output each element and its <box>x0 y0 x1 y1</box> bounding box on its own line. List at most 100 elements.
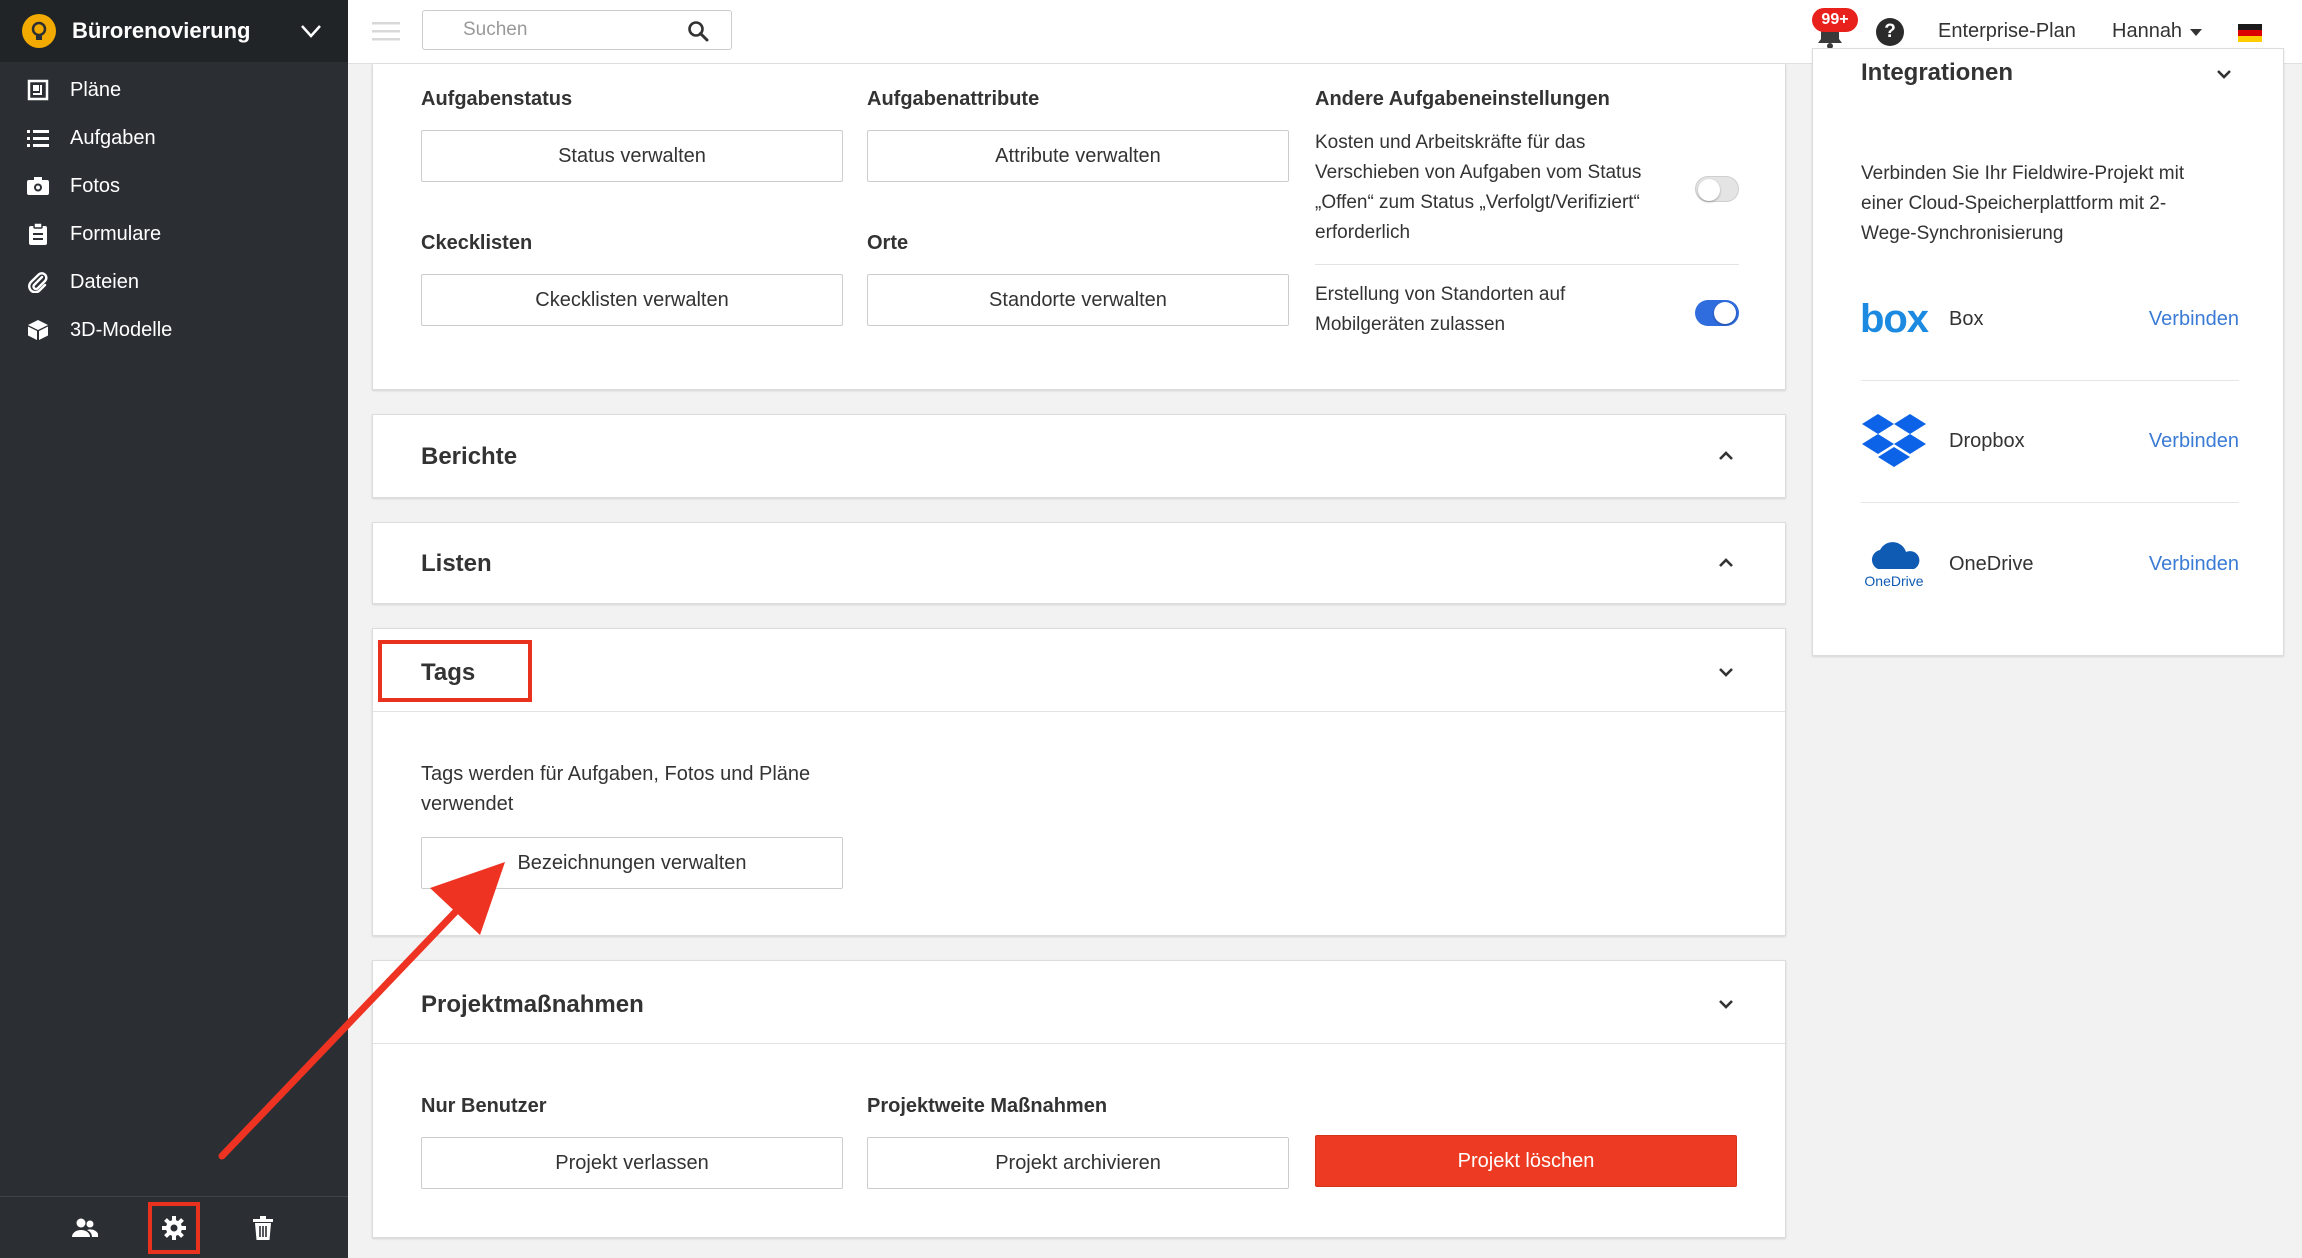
setting-line: erforderlich <box>1315 222 1411 243</box>
sidebar-item-files[interactable]: Dateien <box>0 258 348 306</box>
users-icon <box>71 1218 98 1237</box>
setting-line: Mobilgeräten zulassen <box>1315 314 1506 335</box>
onedrive-logo-icon: OneDrive <box>1861 534 1927 594</box>
description-line: einer Cloud-Speicherplattform mit 2- <box>1861 193 2167 214</box>
sidebar-item-tasks[interactable]: Aufgaben <box>0 114 348 162</box>
integrations-description: Verbinden Sie Ihr Fieldwire-Projekt mit … <box>1861 159 2241 249</box>
leave-project-button[interactable]: Projekt verlassen <box>421 1137 843 1189</box>
setting-cost-labor-text: Kosten und Arbeitskräfte für das Verschi… <box>1315 128 1695 248</box>
sidebar-item-label: Aufgaben <box>70 126 156 149</box>
setting-line: „Offen“ zum Status „Verfolgt/Verifiziert… <box>1315 192 1640 213</box>
lists-title: Listen <box>421 550 492 577</box>
project-name: Bürorenovierung <box>72 18 251 43</box>
chevron-up-icon[interactable] <box>1715 552 1737 574</box>
manage-checklists-button[interactable]: Ckecklisten verwalten <box>421 274 843 326</box>
checklists-label: Ckecklisten <box>421 232 533 254</box>
setting-line: Kosten und Arbeitskräfte für das <box>1315 132 1586 153</box>
settings-divider <box>1315 264 1739 265</box>
camera-icon <box>26 174 50 198</box>
chevron-down-icon[interactable] <box>1715 661 1737 683</box>
user-menu[interactable]: Hannah <box>2112 20 2203 43</box>
dropbox-logo-icon <box>1861 412 1927 472</box>
sidebar-item-label: Pläne <box>70 78 122 101</box>
gear-icon <box>161 1215 186 1240</box>
integration-onedrive: OneDrive OneDrive Verbinden <box>1861 503 2239 625</box>
user-name: Hannah <box>2112 20 2183 42</box>
people-button[interactable] <box>59 1202 111 1254</box>
sidebar-item-3d-models[interactable]: 3D-Modelle <box>0 306 348 354</box>
sidebar-item-label: Formulare <box>70 222 162 245</box>
sidebar-item-photos[interactable]: Fotos <box>0 162 348 210</box>
chevron-down-icon[interactable] <box>2213 63 2235 85</box>
description-line: Verbinden Sie Ihr Fieldwire-Projekt mit <box>1861 163 2185 184</box>
search-input[interactable] <box>461 18 661 42</box>
project-actions-title: Projektmaßnahmen <box>421 991 644 1018</box>
integration-name: Dropbox <box>1949 430 2025 452</box>
chevron-down-icon[interactable] <box>296 16 326 46</box>
reports-panel[interactable]: Berichte <box>372 414 1786 498</box>
users-only-label: Nur Benutzer <box>421 1095 547 1117</box>
connect-box-link[interactable]: Verbinden <box>2149 308 2239 331</box>
sidebar-item-label: Fotos <box>70 174 121 197</box>
connect-onedrive-link[interactable]: Verbinden <box>2149 553 2239 576</box>
mobile-locations-toggle[interactable] <box>1695 300 1739 326</box>
plan-label[interactable]: Enterprise-Plan <box>1938 20 2076 43</box>
panel-divider <box>373 711 1785 712</box>
sidebar: Bürorenovierung Pläne Aufgaben Fotos For… <box>0 0 348 1258</box>
cost-labor-toggle[interactable] <box>1695 176 1739 202</box>
tags-description: Tags werden für Aufgaben, Fotos und Plän… <box>421 759 851 819</box>
setting-line: Erstellung von Standorten auf <box>1315 284 1566 305</box>
sidebar-bottom-bar <box>0 1196 348 1258</box>
sidebar-item-plans[interactable]: Pläne <box>0 66 348 114</box>
paperclip-icon <box>26 270 50 294</box>
project-actions-panel: Projektmaßnahmen Nur Benutzer Projekt ve… <box>372 960 1786 1238</box>
tags-highlight-box <box>378 640 532 702</box>
german-flag-icon[interactable] <box>2238 24 2262 42</box>
manage-status-button[interactable]: Status verwalten <box>421 130 843 182</box>
notification-badge: 99+ <box>1812 8 1858 32</box>
sidebar-nav: Pläne Aufgaben Fotos Formulare Dateien 3… <box>0 66 348 354</box>
other-settings-label: Andere Aufgabeneinstellungen <box>1315 88 1610 110</box>
cube-icon <box>26 318 50 342</box>
archive-project-button[interactable]: Projekt archivieren <box>867 1137 1289 1189</box>
tags-panel: Tags Tags werden für Aufgaben, Fotos und… <box>372 628 1786 936</box>
caret-down-icon <box>2190 29 2203 36</box>
trash-icon <box>253 1215 274 1240</box>
integration-name: Box <box>1949 308 1984 330</box>
box-logo-icon: box <box>1859 290 1929 350</box>
integrations-title: Integrationen <box>1861 59 2014 86</box>
box-logo-text: box <box>1859 297 1929 341</box>
plans-icon <box>26 78 50 102</box>
description-line: Wege-Synchronisierung <box>1861 223 2064 244</box>
chevron-up-icon[interactable] <box>1715 445 1737 467</box>
clipboard-icon <box>26 222 50 246</box>
help-icon[interactable]: ? <box>1876 18 1904 46</box>
search-icon[interactable] <box>687 20 709 42</box>
task-attributes-label: Aufgabenattribute <box>867 88 1040 110</box>
connect-dropbox-link[interactable]: Verbinden <box>2149 430 2239 453</box>
search-box <box>422 10 732 50</box>
manage-attributes-button[interactable]: Attribute verwalten <box>867 130 1289 182</box>
sidebar-item-forms[interactable]: Formulare <box>0 210 348 258</box>
lists-panel[interactable]: Listen <box>372 522 1786 604</box>
project-logo-icon <box>22 14 56 48</box>
projectwide-actions-label: Projektweite Maßnahmen <box>867 1095 1108 1117</box>
reports-title: Berichte <box>421 443 518 470</box>
manage-tags-button[interactable]: Bezeichnungen verwalten <box>421 837 843 889</box>
settings-button[interactable] <box>147 1201 200 1254</box>
hamburger-icon[interactable] <box>372 20 400 42</box>
description-line: Tags werden für Aufgaben, Fotos und Plän… <box>421 763 811 785</box>
delete-project-button[interactable]: Projekt löschen <box>1315 1135 1737 1187</box>
sidebar-item-label: Dateien <box>70 270 139 293</box>
setting-line: Verschieben von Aufgaben vom Status <box>1315 162 1642 183</box>
project-switcher[interactable]: Bürorenovierung <box>0 0 348 62</box>
manage-locations-button[interactable]: Standorte verwalten <box>867 274 1289 326</box>
integration-name: OneDrive <box>1949 552 2034 575</box>
sidebar-item-label: 3D-Modelle <box>70 318 173 341</box>
task-status-label: Aufgabenstatus <box>421 88 573 110</box>
chevron-down-icon[interactable] <box>1715 993 1737 1015</box>
integrations-panel: Integrationen Verbinden Sie Ihr Fieldwir… <box>1812 48 2284 656</box>
integration-box: box Box Verbinden <box>1859 259 2239 381</box>
trash-button[interactable] <box>237 1202 289 1254</box>
task-settings-panel: Aufgabenstatus Status verwalten Aufgaben… <box>372 64 1786 390</box>
